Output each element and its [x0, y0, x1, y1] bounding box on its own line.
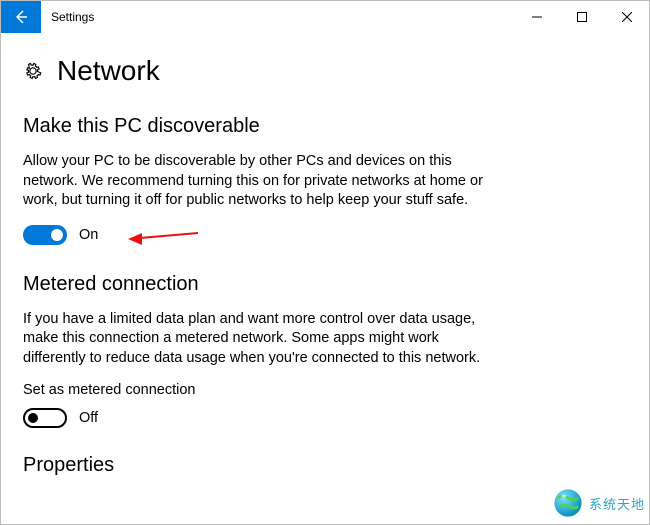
toggle-knob	[28, 413, 38, 423]
discoverable-description: Allow your PC to be discoverable by othe…	[23, 152, 493, 211]
back-arrow-icon	[13, 9, 29, 25]
content-area: Network Make this PC discoverable Allow …	[1, 33, 649, 477]
minimize-icon	[532, 12, 542, 22]
metered-toggle-label: Off	[79, 410, 98, 426]
properties-heading: Properties	[23, 454, 627, 477]
back-button[interactable]	[1, 1, 41, 33]
annotation-arrow-icon	[128, 227, 198, 247]
window-title: Settings	[41, 1, 94, 33]
window-controls	[514, 1, 649, 33]
watermark-text: 系统天地	[589, 494, 645, 513]
watermark: 系统天地	[551, 486, 645, 520]
discoverable-section: Make this PC discoverable Allow your PC …	[23, 115, 627, 245]
maximize-icon	[577, 12, 587, 22]
close-icon	[622, 12, 632, 22]
metered-toggle[interactable]	[23, 408, 67, 428]
settings-window: Settings Network Make this PC discoverab…	[0, 0, 650, 525]
minimize-button[interactable]	[514, 1, 559, 33]
titlebar: Settings	[1, 1, 649, 33]
metered-section: Metered connection If you have a limited…	[23, 273, 627, 429]
discoverable-toggle[interactable]	[23, 225, 67, 245]
metered-toggle-row: Off	[23, 408, 627, 428]
metered-description: If you have a limited data plan and want…	[23, 310, 493, 369]
discoverable-toggle-label: On	[79, 227, 98, 243]
page-header: Network	[23, 55, 627, 87]
metered-sub-label: Set as metered connection	[23, 382, 627, 398]
maximize-button[interactable]	[559, 1, 604, 33]
gear-icon	[23, 61, 43, 81]
titlebar-spacer	[94, 1, 514, 33]
metered-heading: Metered connection	[23, 273, 627, 296]
page-title: Network	[57, 55, 160, 87]
globe-icon	[551, 486, 585, 520]
toggle-knob	[51, 229, 63, 241]
discoverable-toggle-row: On	[23, 225, 627, 245]
properties-section: Properties	[23, 454, 627, 477]
close-button[interactable]	[604, 1, 649, 33]
discoverable-heading: Make this PC discoverable	[23, 115, 627, 138]
